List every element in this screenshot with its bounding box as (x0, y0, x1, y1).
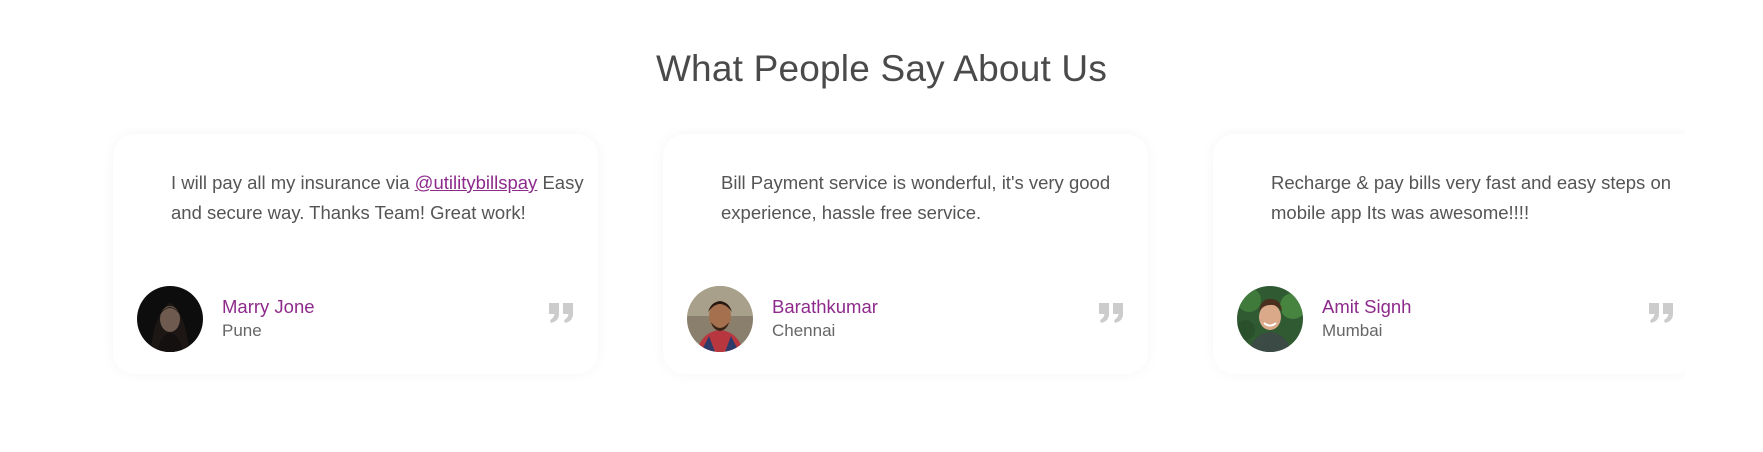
author-name: Amit Signh (1322, 296, 1412, 317)
testimonial-text: Recharge & pay bills very fast and easy … (1271, 172, 1672, 223)
author-city: Pune (222, 321, 262, 340)
quote-icon (549, 303, 573, 323)
quote-icon (1649, 303, 1673, 323)
testimonial-card: Recharge & pay bills very fast and easy … (1213, 134, 1685, 374)
testimonial-author: Marry Jone Pune (137, 286, 315, 352)
testimonial-author: Barathkumar Chennai (687, 286, 878, 352)
avatar (137, 286, 203, 352)
avatar (687, 286, 753, 352)
section-title: What People Say About Us (655, 48, 1108, 89)
utilitybillspay-link[interactable]: @utilitybillspay (415, 172, 538, 193)
author-name: Barathkumar (772, 296, 878, 317)
testimonial-card: I will pay all my insurance via @utility… (113, 134, 598, 374)
author-city: Chennai (772, 321, 836, 340)
quote-icon (1099, 303, 1123, 323)
testimonial-text: I will pay all my insurance via @utility… (171, 168, 591, 228)
testimonial-author: Amit Signh Mumbai (1237, 286, 1411, 352)
testimonial-text: Bill Payment service is wonderful, it's … (721, 172, 1111, 223)
author-name: Marry Jone (222, 296, 315, 317)
testimonial-text-before-link: I will pay all my insurance via (171, 172, 415, 193)
author-city: Mumbai (1322, 321, 1383, 340)
testimonial-card: Bill Payment service is wonderful, it's … (663, 134, 1148, 374)
testimonial-carousel[interactable]: I will pay all my insurance via @utility… (65, 128, 1685, 388)
avatar (1237, 286, 1303, 352)
